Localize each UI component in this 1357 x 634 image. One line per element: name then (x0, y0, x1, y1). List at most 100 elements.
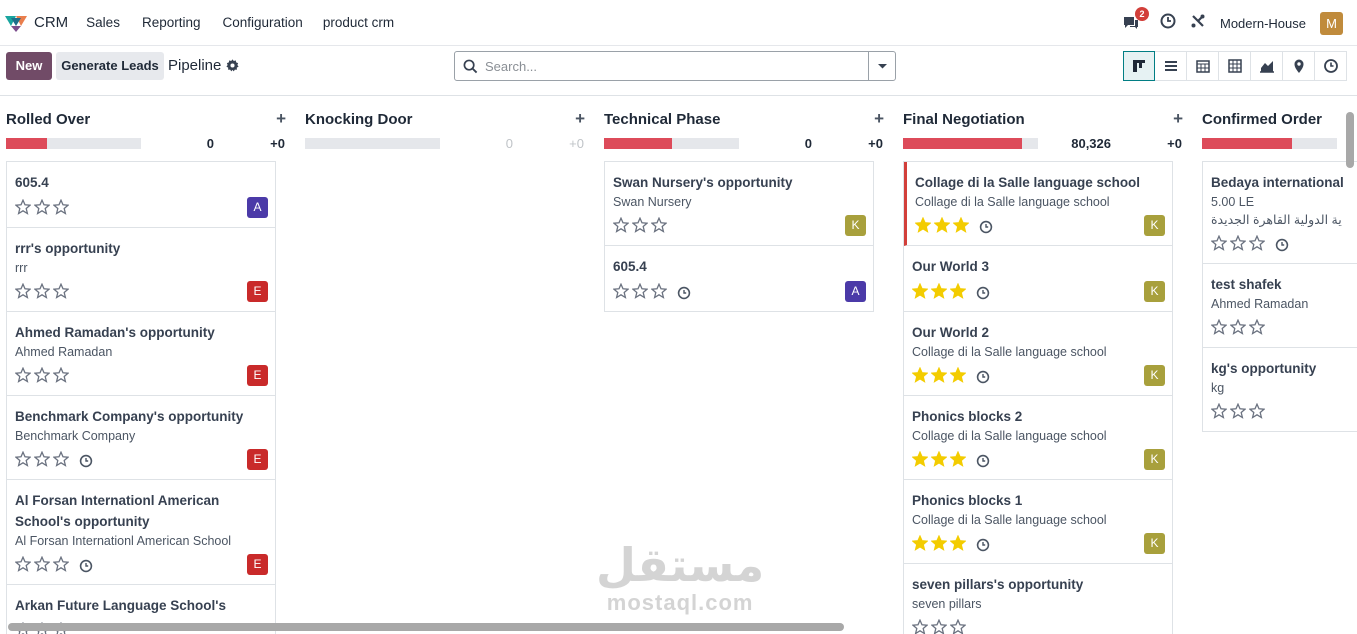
kanban-card[interactable]: Our World 2 Collage di la Salle language … (904, 312, 1172, 396)
assignee-avatar[interactable]: E (247, 449, 268, 470)
star-icon[interactable] (949, 450, 967, 472)
kanban-card[interactable]: Swan Nursery's opportunity Swan Nursery K (605, 162, 873, 246)
star-icon[interactable] (911, 618, 929, 634)
clock-icon[interactable] (79, 454, 93, 468)
kanban-card[interactable]: rrr's opportunity rrr E (7, 228, 275, 312)
star-icon[interactable] (631, 282, 649, 304)
star-icon[interactable] (949, 366, 967, 388)
star-icon[interactable] (930, 450, 948, 472)
column-progress-bar[interactable] (6, 138, 141, 149)
star-icon[interactable] (33, 282, 51, 304)
generate-leads-button[interactable]: Generate Leads (56, 52, 164, 80)
priority-stars[interactable] (911, 450, 967, 472)
clock-icon[interactable] (79, 559, 93, 573)
crm-logo-icon[interactable] (4, 13, 28, 33)
company-switcher[interactable]: Modern-House (1220, 16, 1306, 31)
horizontal-scrollbar[interactable] (8, 623, 844, 631)
assignee-avatar[interactable]: K (1144, 281, 1165, 302)
assignee-avatar[interactable]: E (247, 554, 268, 575)
assignee-avatar[interactable]: A (845, 281, 866, 302)
assignee-avatar[interactable]: A (247, 197, 268, 218)
clock-icon[interactable] (1160, 13, 1176, 34)
star-icon[interactable] (911, 450, 929, 472)
star-icon[interactable] (14, 282, 32, 304)
priority-stars[interactable] (14, 555, 70, 577)
priority-stars[interactable] (1210, 402, 1266, 424)
kanban-card[interactable]: Al Forsan Internationl American School's… (7, 480, 275, 585)
calendar-view-icon[interactable] (1187, 51, 1219, 81)
activity-view-icon[interactable] (1315, 51, 1347, 81)
clock-icon[interactable] (979, 220, 993, 234)
star-icon[interactable] (52, 366, 70, 388)
column-title[interactable]: Confirmed Order (1202, 111, 1322, 128)
star-icon[interactable] (14, 555, 32, 577)
star-icon[interactable] (911, 282, 929, 304)
star-icon[interactable] (914, 216, 932, 238)
app-name[interactable]: CRM (34, 14, 68, 31)
clock-icon[interactable] (976, 370, 990, 384)
kanban-card[interactable]: Ahmed Ramadan's opportunity Ahmed Ramadan… (7, 312, 275, 396)
star-icon[interactable] (930, 282, 948, 304)
priority-stars[interactable] (14, 282, 70, 304)
assignee-avatar[interactable]: K (1144, 449, 1165, 470)
vertical-scrollbar[interactable] (1346, 112, 1354, 168)
menu-product-crm[interactable]: product crm (323, 15, 394, 30)
star-icon[interactable] (930, 366, 948, 388)
add-card-button[interactable]: + (276, 109, 286, 129)
priority-stars[interactable] (911, 366, 967, 388)
star-icon[interactable] (1248, 234, 1266, 256)
map-view-icon[interactable] (1283, 51, 1315, 81)
star-icon[interactable] (949, 282, 967, 304)
star-icon[interactable] (1229, 234, 1247, 256)
star-icon[interactable] (33, 198, 51, 220)
kanban-card[interactable]: Benchmark Company's opportunity Benchmark… (7, 396, 275, 480)
kanban-card[interactable]: Collage di la Salle language school Colla… (904, 162, 1172, 246)
search-options-toggle[interactable] (868, 52, 895, 80)
star-icon[interactable] (1210, 318, 1228, 340)
tools-icon[interactable] (1190, 13, 1206, 34)
star-icon[interactable] (52, 555, 70, 577)
star-icon[interactable] (33, 555, 51, 577)
menu-sales[interactable]: Sales (86, 15, 120, 30)
assignee-avatar[interactable]: E (247, 281, 268, 302)
priority-stars[interactable] (911, 282, 967, 304)
priority-stars[interactable] (911, 534, 967, 556)
priority-stars[interactable] (1210, 234, 1266, 256)
star-icon[interactable] (949, 534, 967, 556)
kanban-card[interactable]: 605.4 A (605, 246, 873, 312)
kanban-card[interactable]: seven pillars's opportunity seven pillars (904, 564, 1172, 634)
star-icon[interactable] (952, 216, 970, 238)
new-button[interactable]: New (6, 52, 52, 80)
star-icon[interactable] (1229, 318, 1247, 340)
star-icon[interactable] (930, 618, 948, 634)
star-icon[interactable] (52, 450, 70, 472)
list-view-icon[interactable] (1155, 51, 1187, 81)
star-icon[interactable] (52, 198, 70, 220)
star-icon[interactable] (33, 366, 51, 388)
star-icon[interactable] (650, 216, 668, 238)
clock-icon[interactable] (976, 454, 990, 468)
star-icon[interactable] (911, 366, 929, 388)
clock-icon[interactable] (976, 286, 990, 300)
gear-icon[interactable] (226, 59, 239, 77)
column-progress-bar[interactable] (903, 138, 1038, 149)
add-card-button[interactable]: + (874, 109, 884, 129)
clock-icon[interactable] (1275, 238, 1289, 252)
star-icon[interactable] (1210, 234, 1228, 256)
graph-view-icon[interactable] (1251, 51, 1283, 81)
column-progress-bar[interactable] (1202, 138, 1337, 149)
star-icon[interactable] (911, 534, 929, 556)
search-input[interactable]: Search... (485, 59, 537, 74)
priority-stars[interactable] (14, 198, 70, 220)
search-bar[interactable]: Search... (454, 51, 896, 81)
star-icon[interactable] (1248, 318, 1266, 340)
priority-stars[interactable] (14, 450, 70, 472)
kanban-card[interactable]: 605.4 A (7, 162, 275, 228)
priority-stars[interactable] (612, 282, 668, 304)
star-icon[interactable] (14, 366, 32, 388)
column-progress-bar[interactable] (305, 138, 440, 149)
pivot-view-icon[interactable] (1219, 51, 1251, 81)
column-progress-bar[interactable] (604, 138, 739, 149)
kanban-card[interactable]: test shafek Ahmed Ramadan (1203, 264, 1357, 348)
star-icon[interactable] (612, 282, 630, 304)
